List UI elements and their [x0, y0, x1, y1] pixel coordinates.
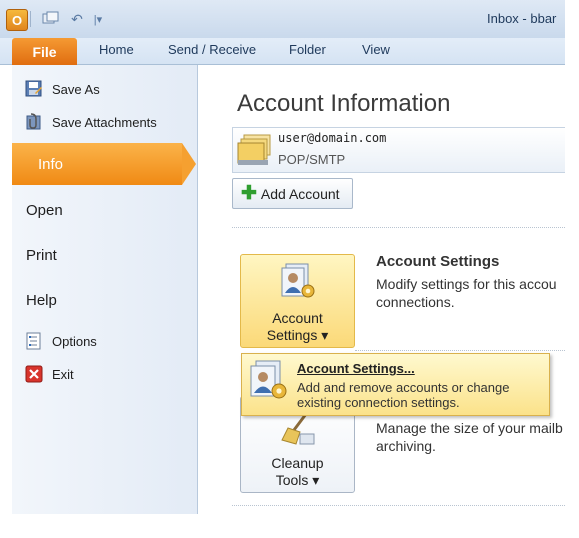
section-divider-2 [355, 350, 565, 351]
title-bar: O ↶ |▾ Inbox - bbar [0, 0, 565, 38]
options-icon [25, 332, 43, 350]
add-account-label: Add Account [260, 185, 340, 202]
undo-icon[interactable]: ↶ [66, 8, 88, 30]
tab-home[interactable]: Home [99, 42, 134, 57]
tab-file[interactable]: File [12, 38, 77, 65]
nav-info-pointer [182, 143, 196, 185]
nav-help-label: Help [26, 291, 57, 309]
account-email: user@domain.com [278, 131, 387, 145]
add-plus-icon: ✚ [241, 183, 257, 204]
cleanup-broom-icon [278, 412, 318, 451]
nav-save-as[interactable]: Save As [0, 79, 185, 99]
account-settings-line1: Account [272, 310, 323, 326]
nav-save-attachments-label: Save Attachments [52, 114, 157, 130]
section-divider [232, 227, 565, 228]
qat-separator [30, 11, 31, 27]
nav-options-label: Options [52, 333, 97, 349]
account-type: POP/SMTP [278, 152, 346, 167]
menu-item-account-settings[interactable]: Account Settings... [297, 361, 415, 376]
save-attachments-icon [25, 113, 43, 131]
nav-print[interactable]: Print [0, 244, 185, 266]
page-margin-right [565, 0, 579, 538]
nav-open-label: Open [26, 201, 63, 219]
outlook-window: O ↶ |▾ Inbox - bbar File Home Send / Rec… [0, 0, 565, 514]
save-as-icon [25, 80, 43, 98]
nav-info-selected[interactable]: Info [12, 143, 182, 185]
tab-send-receive[interactable]: Send / Receive [168, 42, 256, 57]
add-account-button[interactable]: ✚ Add Account [232, 178, 353, 209]
nav-save-attachments[interactable]: Save Attachments [0, 112, 185, 132]
exit-icon [25, 365, 43, 383]
window-title: Inbox - bbar [487, 11, 557, 26]
menu-item-account-settings-desc: Add and remove accounts or change existi… [297, 380, 510, 410]
customize-qat-icon[interactable]: |▾ [90, 8, 106, 30]
send-receive-icon[interactable] [40, 8, 62, 30]
nav-info-label: Info [38, 155, 64, 173]
account-folder-icon [236, 133, 274, 172]
nav-help[interactable]: Help [0, 289, 185, 311]
nav-options[interactable]: Options [0, 331, 185, 351]
account-settings-button[interactable]: Account Settings ▾ [240, 254, 355, 348]
account-settings-line2: Settings ▾ [266, 327, 329, 343]
nav-print-label: Print [26, 246, 57, 264]
account-settings-heading: Account Settings [376, 253, 500, 270]
cleanup-tools-line1: Cleanup [271, 455, 324, 471]
tab-view[interactable]: View [362, 42, 390, 57]
outlook-logo-icon[interactable]: O [6, 9, 28, 31]
nav-exit[interactable]: Exit [0, 364, 185, 384]
page-title: Account Information [237, 90, 451, 117]
menu-account-settings-icon [246, 359, 290, 408]
nav-save-as-label: Save As [52, 81, 100, 97]
tab-folder[interactable]: Folder [289, 42, 326, 57]
page-margin-bottom [0, 514, 579, 538]
account-settings-icon [278, 263, 318, 304]
nav-open[interactable]: Open [0, 199, 185, 221]
cleanup-tools-line2: Tools ▾ [275, 472, 320, 488]
cleanup-description: Manage the size of your mailb archiving. [376, 420, 563, 454]
nav-exit-label: Exit [52, 366, 74, 382]
ribbon-tab-bar [0, 38, 565, 65]
section-divider-3 [232, 505, 565, 506]
account-settings-description: Modify settings for this accou connectio… [376, 276, 557, 310]
